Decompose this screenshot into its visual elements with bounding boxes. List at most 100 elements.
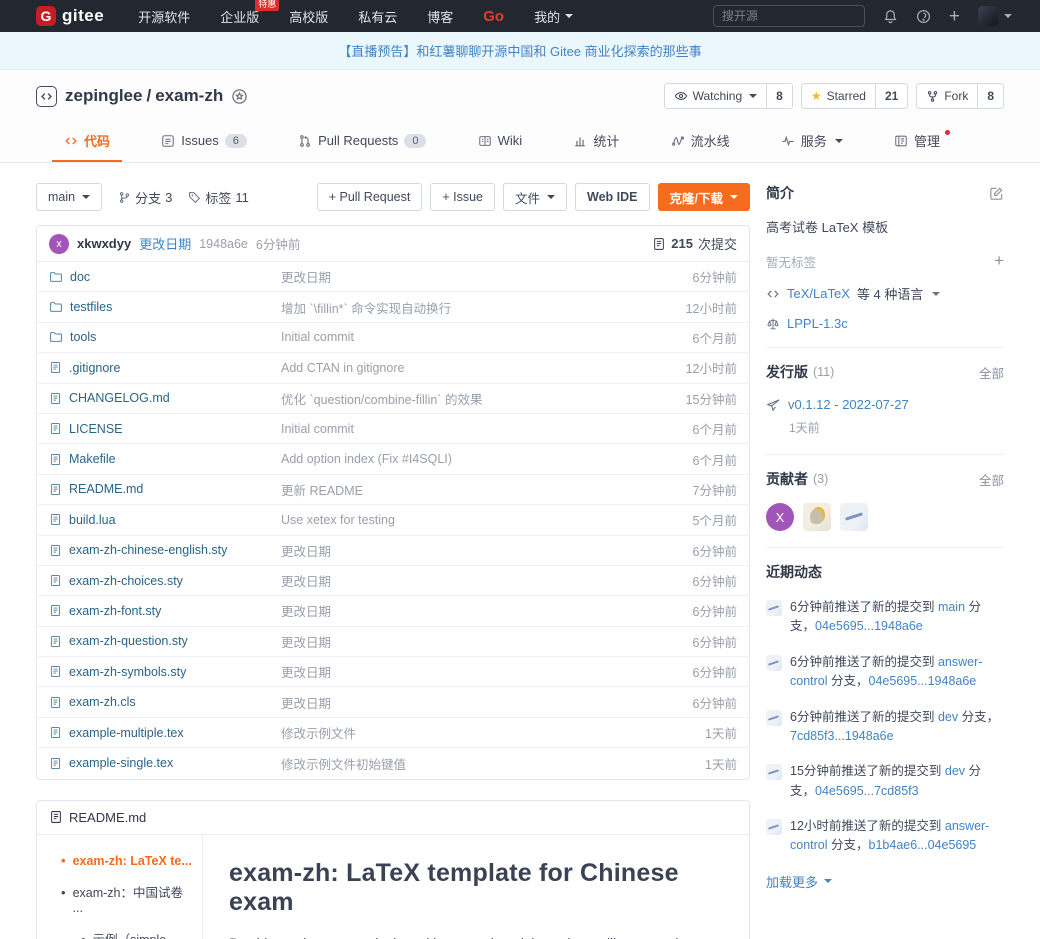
nav-item-mine[interactable]: 我的 bbox=[534, 7, 573, 26]
file-commit-message-link[interactable]: Use xetex for testing bbox=[281, 513, 395, 527]
file-name-link[interactable]: build.lua bbox=[69, 513, 116, 527]
file-commit-message-link[interactable]: Add CTAN in gitignore bbox=[281, 361, 404, 375]
commit-hash[interactable]: 1948a6e bbox=[199, 237, 248, 251]
commits-count-link[interactable]: 215 次提交 bbox=[652, 234, 737, 253]
activity-commit-range-link[interactable]: 7cd85f3...1948a6e bbox=[790, 729, 894, 743]
bulb-icon[interactable] bbox=[916, 9, 931, 24]
load-more-link[interactable]: 加载更多 bbox=[766, 872, 1004, 891]
activity-branch-link[interactable]: main bbox=[938, 600, 965, 614]
nav-item-enterprise[interactable]: 企业版 特惠 bbox=[220, 7, 259, 26]
nav-item-private-cloud[interactable]: 私有云 bbox=[358, 7, 397, 26]
file-name-link[interactable]: exam-zh-question.sty bbox=[69, 634, 188, 648]
nav-item-blog[interactable]: 博客 bbox=[427, 7, 453, 26]
edit-icon[interactable] bbox=[989, 186, 1004, 201]
watch-button[interactable]: Watching bbox=[665, 84, 767, 108]
fork-count[interactable]: 8 bbox=[977, 84, 1003, 108]
file-name-link[interactable]: README.md bbox=[69, 482, 143, 496]
activity-commit-range-link[interactable]: 04e5695...7cd85f3 bbox=[815, 784, 919, 798]
tab-pipeline[interactable]: 流水线 bbox=[659, 122, 742, 162]
file-commit-message-link[interactable]: 更改日期 bbox=[281, 636, 331, 650]
file-name-link[interactable]: example-multiple.tex bbox=[69, 726, 184, 740]
releases-all-link[interactable]: 全部 bbox=[979, 363, 1004, 382]
search-input[interactable] bbox=[713, 5, 865, 27]
star-button[interactable]: ★ Starred bbox=[802, 84, 875, 108]
file-commit-message-link[interactable]: 更改日期 bbox=[281, 575, 331, 589]
tab-manage[interactable]: 管理 bbox=[882, 122, 952, 162]
file-name-link[interactable]: CHANGELOG.md bbox=[69, 391, 170, 405]
toc-item[interactable]: exam-zh: LaTeX te... bbox=[37, 853, 194, 868]
file-commit-message-link[interactable]: 更改日期 bbox=[281, 271, 331, 285]
release-link[interactable]: v0.1.12 - 2022-07-27 bbox=[788, 397, 909, 412]
file-commit-message-link[interactable]: 优化 `question/combine-fillin` 的效果 bbox=[281, 393, 482, 407]
web-ide-button[interactable]: Web IDE bbox=[575, 183, 649, 211]
activity-branch-link[interactable]: dev bbox=[945, 764, 965, 778]
commit-message-link[interactable]: 更改日期 bbox=[139, 234, 191, 253]
file-name-link[interactable]: exam-zh-choices.sty bbox=[69, 574, 183, 588]
file-name-link[interactable]: tools bbox=[70, 330, 96, 344]
file-commit-message-link[interactable]: Initial commit bbox=[281, 422, 354, 436]
avatar[interactable]: X bbox=[766, 503, 794, 531]
file-commit-message-link[interactable]: Initial commit bbox=[281, 330, 354, 344]
activity-commit-range-link[interactable]: b1b4ae6...04e5695 bbox=[869, 838, 977, 852]
license-link[interactable]: LPPL-1.3c bbox=[787, 316, 848, 331]
branches-link[interactable]: 分支 3 bbox=[118, 188, 172, 207]
repo-name-link[interactable]: exam-zh bbox=[155, 86, 223, 105]
nav-item-gitee-go[interactable]: Go bbox=[483, 8, 504, 25]
toc-item[interactable]: exam-zh：中国试卷 ... bbox=[37, 882, 194, 915]
commit-author-link[interactable]: xkwxdyy bbox=[77, 236, 131, 251]
file-commit-message-link[interactable]: 更改日期 bbox=[281, 605, 331, 619]
new-issue-button[interactable]: + Issue bbox=[430, 183, 495, 211]
readme-filename[interactable]: README.md bbox=[69, 810, 146, 825]
language-link[interactable]: TeX/LaTeX bbox=[787, 286, 850, 301]
tab-code[interactable]: 代码 bbox=[52, 122, 122, 162]
nav-item-opensource[interactable]: 开源软件 bbox=[138, 7, 190, 26]
tab-wiki[interactable]: Wiki bbox=[466, 122, 535, 162]
dco-badge-icon[interactable] bbox=[231, 88, 248, 105]
new-pull-request-button[interactable]: + Pull Request bbox=[317, 183, 423, 211]
file-name-link[interactable]: exam-zh-symbols.sty bbox=[69, 665, 186, 679]
contributors-all-link[interactable]: 全部 bbox=[979, 470, 1004, 489]
file-name-link[interactable]: testfiles bbox=[70, 300, 112, 314]
clone-download-button[interactable]: 克隆/下载 bbox=[658, 183, 750, 211]
file-name-link[interactable]: example-single.tex bbox=[69, 756, 173, 770]
bell-icon[interactable] bbox=[883, 9, 898, 24]
file-commit-message-link[interactable]: 增加 `\fillin*` 命令实现自动换行 bbox=[281, 302, 451, 316]
announcement-link[interactable]: 【直播预告】和红薯聊聊开源中国和 Gitee 商业化探索的那些事 bbox=[338, 41, 701, 60]
toc-item[interactable]: 示例（simple examp... bbox=[37, 929, 194, 939]
gitee-logo[interactable]: G gitee bbox=[36, 6, 104, 26]
fork-button[interactable]: Fork bbox=[917, 84, 977, 108]
add-tag-button[interactable]: + bbox=[994, 251, 1004, 271]
tab-stats[interactable]: 统计 bbox=[561, 122, 631, 162]
file-commit-message-link[interactable]: 修改示例文件 bbox=[281, 727, 356, 741]
activity-commit-range-link[interactable]: 04e5695...1948a6e bbox=[815, 619, 923, 633]
file-commit-message-link[interactable]: 更改日期 bbox=[281, 666, 331, 680]
file-commit-message-link[interactable]: 更改日期 bbox=[281, 697, 331, 711]
user-menu[interactable] bbox=[978, 6, 1012, 26]
file-commit-message-link[interactable]: 更改日期 bbox=[281, 545, 331, 559]
file-menu-button[interactable]: 文件 bbox=[503, 183, 567, 211]
activity-branch-link[interactable]: dev bbox=[938, 710, 958, 724]
tab-service[interactable]: 服务 bbox=[769, 122, 855, 162]
avatar[interactable] bbox=[803, 503, 831, 531]
activity-commit-range-link[interactable]: 04e5695...1948a6e bbox=[869, 674, 977, 688]
file-name-link[interactable]: doc bbox=[70, 270, 90, 284]
file-name-link[interactable]: .gitignore bbox=[69, 361, 120, 375]
avatar[interactable] bbox=[840, 503, 868, 531]
avatar[interactable]: x bbox=[49, 234, 69, 254]
star-count[interactable]: 21 bbox=[875, 84, 907, 108]
file-commit-message-link[interactable]: 修改示例文件初始键值 bbox=[281, 758, 406, 772]
file-name-link[interactable]: exam-zh-font.sty bbox=[69, 604, 161, 618]
branch-selector[interactable]: main bbox=[36, 183, 102, 211]
tab-issues[interactable]: Issues 6 bbox=[149, 122, 259, 162]
plus-icon[interactable]: + bbox=[949, 7, 960, 26]
file-name-link[interactable]: exam-zh-chinese-english.sty bbox=[69, 543, 227, 557]
file-name-link[interactable]: exam-zh.cls bbox=[69, 695, 136, 709]
repo-owner-link[interactable]: zepinglee bbox=[65, 86, 142, 105]
file-name-link[interactable]: Makefile bbox=[69, 452, 116, 466]
language-more-label[interactable]: 等 4 种语言 bbox=[857, 284, 923, 303]
tab-pull-requests[interactable]: Pull Requests 0 bbox=[286, 122, 438, 162]
file-commit-message-link[interactable]: Add option index (Fix #I4SQLI) bbox=[281, 452, 452, 466]
file-name-link[interactable]: LICENSE bbox=[69, 422, 123, 436]
file-commit-message-link[interactable]: 更新 README bbox=[281, 484, 363, 498]
watch-count[interactable]: 8 bbox=[766, 84, 792, 108]
